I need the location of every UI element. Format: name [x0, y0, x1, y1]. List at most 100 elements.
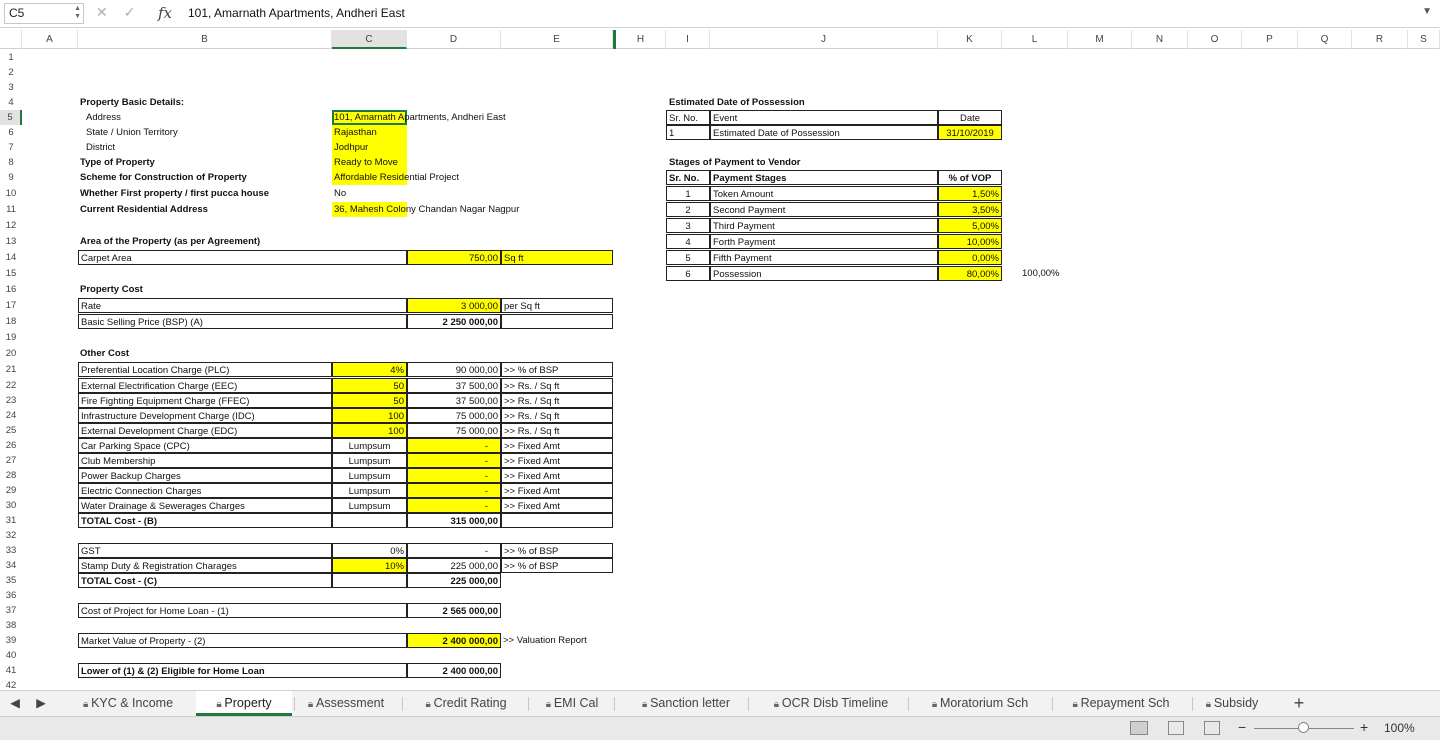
row-header-41[interactable]: 41 — [0, 663, 22, 678]
tab-sanction-letter[interactable]: 🔒︎ Sanction letter — [626, 691, 746, 716]
column-header-r[interactable]: R — [1352, 30, 1408, 49]
row-header-4[interactable]: 4 — [0, 95, 22, 110]
possession-date[interactable]: 31/10/2019 — [938, 125, 1002, 140]
column-header-q[interactable]: Q — [1298, 30, 1352, 49]
column-header-j[interactable]: J — [710, 30, 938, 49]
row-header-32[interactable]: 32 — [0, 528, 22, 543]
other-cost-rate[interactable]: Lumpsum — [332, 453, 407, 468]
column-header-b[interactable]: B — [78, 30, 332, 49]
row-header-9[interactable]: 9 — [0, 170, 22, 185]
current-address-value[interactable]: 36, Mahesh Colony Chandan Nagar Nagpur — [334, 202, 519, 217]
type-value[interactable]: Ready to Move — [332, 155, 407, 170]
other-cost-rate[interactable]: Lumpsum — [332, 438, 407, 453]
tab-assessment[interactable]: 🔒︎ Assessment — [292, 691, 400, 716]
column-header-l[interactable]: L — [1002, 30, 1068, 49]
column-header-o[interactable]: O — [1188, 30, 1242, 49]
stage-pct[interactable]: 0,00% — [938, 250, 1002, 265]
row-header-40[interactable]: 40 — [0, 648, 22, 663]
column-header-e[interactable]: E — [501, 30, 613, 49]
tax-total-value[interactable]: 225 000,00 — [407, 573, 501, 588]
first-property-value[interactable]: No — [334, 186, 346, 201]
gst-amount[interactable]: - — [407, 543, 501, 558]
other-cost-amount[interactable]: - — [407, 498, 501, 513]
other-cost-rate[interactable]: Lumpsum — [332, 483, 407, 498]
other-cost-amount[interactable]: 90 000,00 — [407, 362, 501, 377]
eligible-loan-value[interactable]: 2 400 000,00 — [407, 663, 501, 678]
tab-subsidy[interactable]: 🔒︎ Subsidy — [1192, 691, 1272, 716]
row-header-21[interactable]: 21 — [0, 362, 22, 377]
normal-view-icon[interactable] — [1130, 721, 1148, 735]
tab-repayment-sch[interactable]: 🔒︎ Repayment Sch — [1052, 691, 1190, 716]
row-header-30[interactable]: 30 — [0, 498, 22, 513]
stage-pct[interactable]: 10,00% — [938, 234, 1002, 249]
cancel-icon[interactable]: ✕ — [96, 4, 108, 21]
row-header-15[interactable]: 15 — [0, 266, 22, 281]
add-sheet-button[interactable]: + — [1288, 691, 1310, 716]
row-header-1[interactable]: 1 — [0, 50, 22, 65]
row-header-18[interactable]: 18 — [0, 314, 22, 329]
scheme-value[interactable]: Affordable Residential Project — [334, 170, 459, 185]
row-header-23[interactable]: 23 — [0, 393, 22, 408]
other-cost-rate[interactable]: 50 — [332, 378, 407, 393]
tab-moratorium-sch[interactable]: 🔒︎ Moratorium Sch — [910, 691, 1050, 716]
project-cost-value[interactable]: 2 565 000,00 — [407, 603, 501, 618]
row-header-39[interactable]: 39 — [0, 633, 22, 648]
column-header-p[interactable]: P — [1242, 30, 1298, 49]
row-header-37[interactable]: 37 — [0, 603, 22, 618]
column-header-d[interactable]: D — [407, 30, 501, 49]
column-header-i[interactable]: I — [666, 30, 710, 49]
gst-rate[interactable]: 0% — [332, 543, 407, 558]
row-header-31[interactable]: 31 — [0, 513, 22, 528]
formula-expand-icon[interactable]: ▼ — [1422, 6, 1432, 17]
row-header-16[interactable]: 16 — [0, 282, 22, 297]
row-header-2[interactable]: 2 — [0, 65, 22, 80]
row-header-28[interactable]: 28 — [0, 468, 22, 483]
other-cost-rate[interactable]: 50 — [332, 393, 407, 408]
row-header-8[interactable]: 8 — [0, 155, 22, 170]
tab-kyc-income[interactable]: 🔒︎ KYC & Income — [62, 691, 194, 716]
address-value[interactable]: 101, Amarnath Apartments, Andheri East — [334, 110, 506, 125]
row-header-35[interactable]: 35 — [0, 573, 22, 588]
zoom-slider-handle[interactable] — [1298, 722, 1309, 733]
row-header-17[interactable]: 17 — [0, 298, 22, 313]
select-all-corner[interactable] — [0, 30, 22, 49]
other-cost-amount[interactable]: - — [407, 453, 501, 468]
column-header-n[interactable]: N — [1132, 30, 1188, 49]
row-header-27[interactable]: 27 — [0, 453, 22, 468]
row-header-7[interactable]: 7 — [0, 140, 22, 155]
column-header-a[interactable]: A — [22, 30, 78, 49]
stamp-duty-rate[interactable]: 10% — [332, 558, 407, 573]
confirm-icon[interactable]: ✓ — [124, 4, 136, 21]
other-cost-rate[interactable]: 4% — [332, 362, 407, 377]
tab-ocr-disb-timeline[interactable]: 🔒︎ OCR Disb Timeline — [756, 691, 906, 716]
other-cost-rate[interactable]: Lumpsum — [332, 468, 407, 483]
column-header-k[interactable]: K — [938, 30, 1002, 49]
bsp-value[interactable]: 2 250 000,00 — [407, 314, 501, 329]
zoom-in-icon[interactable]: + — [1360, 719, 1368, 735]
other-cost-amount[interactable]: 37 500,00 — [407, 378, 501, 393]
tab-scroll-left-icon[interactable]: ◀ — [8, 691, 22, 716]
column-header-c[interactable]: C — [332, 30, 407, 49]
name-box-spinner-icon[interactable]: ▲ ▼ — [74, 5, 81, 21]
other-cost-amount[interactable]: 75 000,00 — [407, 408, 501, 423]
district-value[interactable]: Jodhpur — [332, 140, 407, 155]
row-header-25[interactable]: 25 — [0, 423, 22, 438]
row-header-13[interactable]: 13 — [0, 234, 22, 249]
name-box[interactable]: C5 ▲ ▼ — [4, 3, 84, 24]
formula-input[interactable]: 101, Amarnath Apartments, Andheri East — [188, 6, 405, 20]
column-header-h[interactable]: H — [616, 30, 666, 49]
market-value-value[interactable]: 2 400 000,00 — [407, 633, 501, 648]
stage-pct[interactable]: 5,00% — [938, 218, 1002, 233]
stage-pct[interactable]: 1,50% — [938, 186, 1002, 201]
row-header-33[interactable]: 33 — [0, 543, 22, 558]
sheet-grid[interactable]: Property Basic Details: Address 101, Ama… — [22, 50, 1440, 690]
row-header-3[interactable]: 3 — [0, 80, 22, 95]
row-header-19[interactable]: 19 — [0, 330, 22, 345]
row-header-36[interactable]: 36 — [0, 588, 22, 603]
other-cost-rate[interactable]: Lumpsum — [332, 498, 407, 513]
other-cost-amount[interactable]: - — [407, 483, 501, 498]
page-layout-view-icon[interactable] — [1168, 721, 1184, 735]
stamp-duty-amount[interactable]: 225 000,00 — [407, 558, 501, 573]
other-cost-amount[interactable]: - — [407, 468, 501, 483]
other-total-value[interactable]: 315 000,00 — [407, 513, 501, 528]
